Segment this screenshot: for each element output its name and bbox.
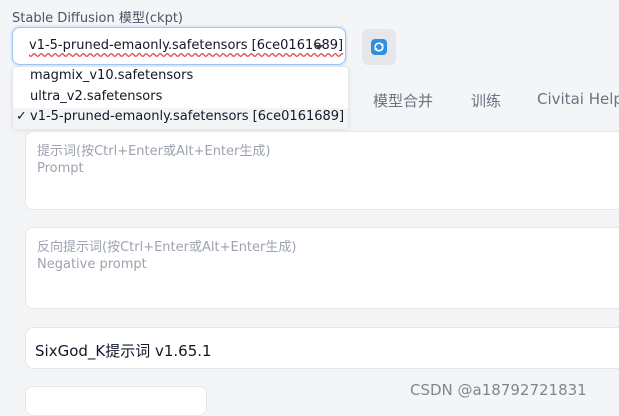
prompt-textarea[interactable]: 提示词(按Ctrl+Enter或Alt+Enter生成) Prompt xyxy=(25,131,619,210)
sixgod-panel-header[interactable]: SixGod_K提示词 v1.65.1 xyxy=(25,327,619,369)
bottom-card xyxy=(25,386,207,416)
prompt-placeholder: 提示词(按Ctrl+Enter或Alt+Enter生成) xyxy=(37,144,271,159)
dropdown-option-ultra[interactable]: ultra_v2.safetensors xyxy=(13,88,348,109)
prompt-placeholder-sub: Prompt xyxy=(37,161,84,176)
check-icon: ✓ xyxy=(16,109,27,124)
dropdown-option-label: magmix_v10.safetensors xyxy=(30,68,194,83)
dropdown-option-label: v1-5-pruned-emaonly.safetensors [6ce0161… xyxy=(30,109,345,124)
refresh-checkpoint-button[interactable] xyxy=(362,29,396,65)
chevron-down-icon xyxy=(315,45,323,50)
tab-model-merge[interactable]: 模型合并 xyxy=(373,90,433,111)
negative-prompt-placeholder-sub: Negative prompt xyxy=(37,257,147,272)
checkpoint-dropdown-list: magmix_v10.safetensors ultra_v2.safetens… xyxy=(12,66,349,129)
negative-prompt-placeholder: 反向提示词(按Ctrl+Enter或Alt+Enter生成) xyxy=(37,240,297,255)
checkpoint-selected-value: v1-5-pruned-emaonly.safetensors [6ce0161… xyxy=(29,38,344,53)
checkpoint-select[interactable]: v1-5-pruned-emaonly.safetensors [6ce0161… xyxy=(12,27,346,65)
refresh-icon xyxy=(371,39,387,55)
tab-civitai-helper[interactable]: Civitai Helpe xyxy=(537,90,619,108)
tab-bar: 模型合并 训练 Civitai Helpe xyxy=(352,90,619,112)
negative-prompt-textarea[interactable]: 反向提示词(按Ctrl+Enter或Alt+Enter生成) Negative … xyxy=(25,227,619,309)
watermark: CSDN @a18792721831 xyxy=(410,381,587,399)
sixgod-title: SixGod_K提示词 v1.65.1 xyxy=(35,342,212,360)
dropdown-option-magmix[interactable]: magmix_v10.safetensors xyxy=(13,67,348,88)
dropdown-option-v1-5[interactable]: ✓ v1-5-pruned-emaonly.safetensors [6ce01… xyxy=(13,108,348,129)
dropdown-option-label: ultra_v2.safetensors xyxy=(30,89,163,104)
tab-train[interactable]: 训练 xyxy=(471,90,501,111)
checkpoint-label: Stable Diffusion 模型(ckpt) xyxy=(12,11,184,26)
